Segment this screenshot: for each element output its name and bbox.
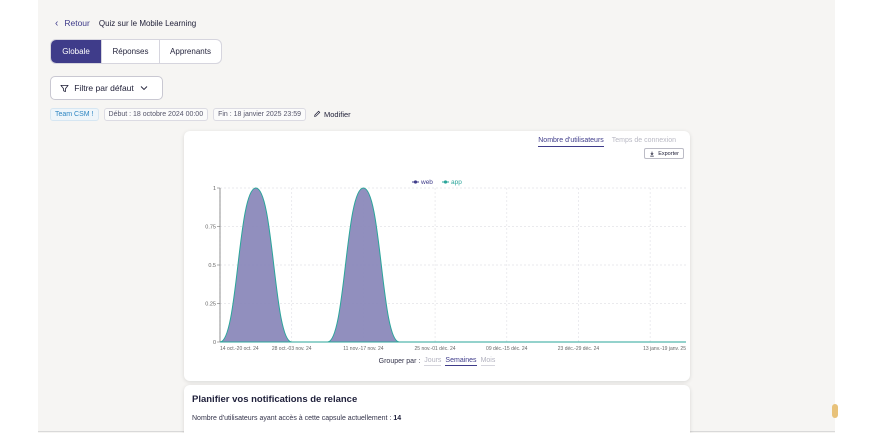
group-option-jours[interactable]: Jours xyxy=(424,357,442,366)
filter-label: Filtre par défaut xyxy=(74,83,134,93)
filter-dropdown[interactable]: Filtre par défaut xyxy=(50,76,163,100)
x-tick-label: 13 janv.-19 janv. 25 xyxy=(643,346,686,352)
tab-apprenants[interactable]: Apprenants xyxy=(159,40,221,63)
chevron-left-icon: ‹ xyxy=(55,17,59,29)
modify-button[interactable]: Modifier xyxy=(313,110,351,119)
team-chip: Team CSM ! xyxy=(50,107,99,121)
y-tick-label: 1 xyxy=(213,186,216,192)
end-date-chip: Fin : 18 janvier 2025 23:59 xyxy=(213,107,306,121)
group-by-control: Grouper par : Jours Semaines Mois xyxy=(184,357,690,366)
pencil-icon xyxy=(314,110,321,117)
group-by-label: Grouper par : xyxy=(378,358,421,365)
start-date-chip: Début : 18 octobre 2024 00:00 xyxy=(103,107,209,121)
page-title: Quiz sur le Mobile Learning xyxy=(98,18,197,28)
back-button[interactable]: ‹ Retour xyxy=(55,18,90,29)
chevron-down-icon xyxy=(140,86,148,91)
x-tick-label: 09 déc.-15 déc. 24 xyxy=(486,346,528,352)
legend-marker xyxy=(413,180,418,184)
relance-text: Nombre d'utilisateurs ayant accès à cett… xyxy=(192,415,401,422)
group-option-semaines[interactable]: Semaines xyxy=(445,357,477,366)
help-widget[interactable] xyxy=(832,404,838,418)
funnel-icon xyxy=(60,84,69,92)
relance-card: Planifier vos notifications de relance N… xyxy=(184,385,690,433)
back-label: Retour xyxy=(64,18,90,28)
page-header: ‹ Retour Quiz sur le Mobile Learning xyxy=(55,15,196,31)
user-count: 14 xyxy=(393,415,402,422)
relance-description: Nombre d'utilisateurs ayant accès à cett… xyxy=(192,415,392,422)
relance-title: Planifier vos notifications de relance xyxy=(192,394,358,405)
legend-label: web xyxy=(420,179,433,186)
group-option-mois[interactable]: Mois xyxy=(480,357,496,366)
y-tick-label: 0.5 xyxy=(208,263,216,269)
tab-globale[interactable]: Globale xyxy=(51,40,101,63)
x-tick-label: 14 oct.-20 oct. 24 xyxy=(220,346,259,352)
y-tick-label: 0.75 xyxy=(205,225,216,231)
y-tick-label: 0 xyxy=(213,340,216,346)
tab-reponses[interactable]: Réponses xyxy=(101,40,159,63)
legend-label: app xyxy=(451,179,462,186)
x-tick-label: 23 déc.-29 déc. 24 xyxy=(558,346,600,352)
modify-label: Modifier xyxy=(323,109,351,119)
x-tick-label: 11 nov.-17 nov. 24 xyxy=(343,346,384,352)
x-tick-label: 25 nov.-01 déc. 24 xyxy=(415,346,456,352)
x-tick-label: 28 oct.-03 nov. 24 xyxy=(272,346,312,352)
filter-chips: Team CSM ! Début : 18 octobre 2024 00:00… xyxy=(50,107,351,121)
legend-marker xyxy=(443,180,448,184)
view-tabs: Globale Réponses Apprenants xyxy=(50,39,222,64)
y-tick-label: 0.25 xyxy=(205,302,216,308)
users-chart: 0 0.25 0.5 0.75 1 14 oct.-20 oct. 24 28 oct.-0… xyxy=(205,179,686,352)
chart-card: Nombre d'utilisateurs Temps de connexion… xyxy=(184,131,690,381)
